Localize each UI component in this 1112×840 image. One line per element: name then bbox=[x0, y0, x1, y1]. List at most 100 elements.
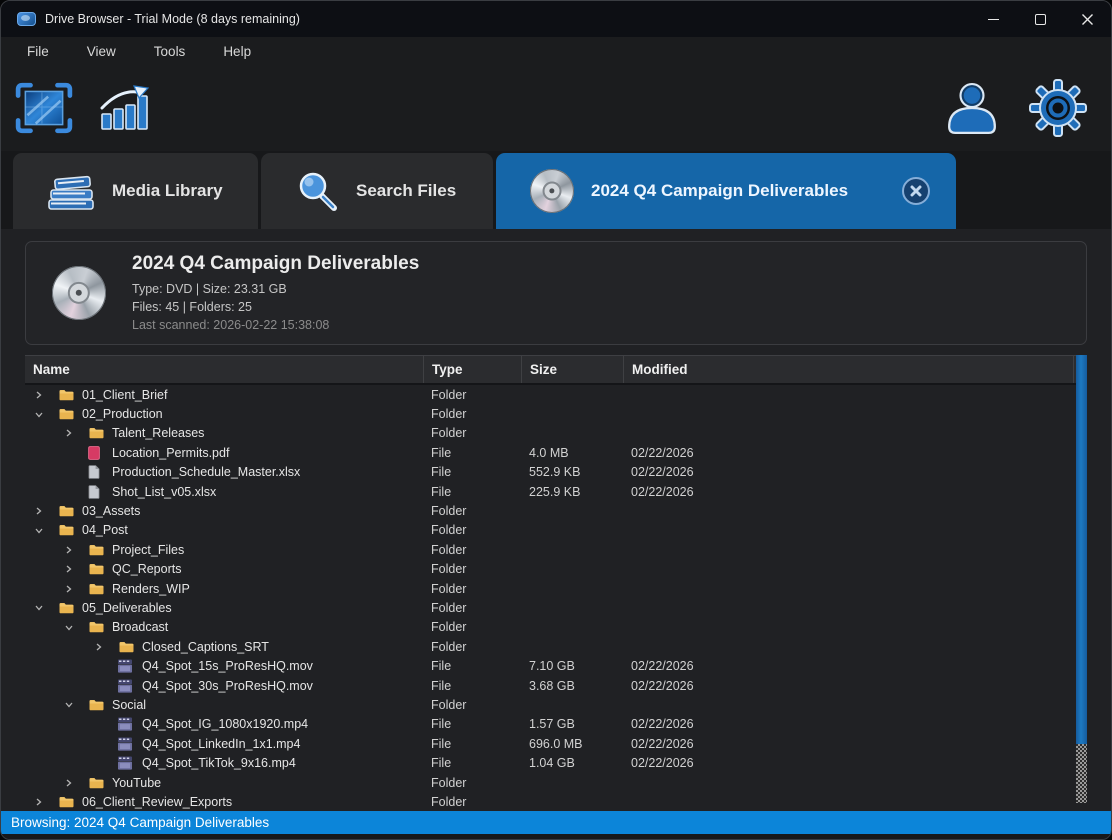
column-header-size[interactable]: Size bbox=[521, 356, 623, 383]
table-row[interactable]: Closed_Captions_SRTFolder bbox=[25, 637, 1087, 656]
disc-last-scanned: Last scanned: 2026-02-22 15:38:08 bbox=[132, 316, 419, 334]
name-cell: Project_Files bbox=[25, 543, 423, 557]
table-row[interactable]: Project_Files Folder bbox=[25, 540, 1087, 559]
table-row[interactable]: Location_Permits.pdfFile4.0 MB02/22/2026 bbox=[25, 443, 1087, 462]
column-header-modified[interactable]: Modified bbox=[623, 356, 1074, 383]
chevron-down-icon[interactable] bbox=[64, 623, 88, 632]
folder-icon bbox=[118, 640, 137, 654]
chevron-right-icon[interactable] bbox=[64, 778, 88, 788]
menu-tools[interactable]: Tools bbox=[154, 44, 186, 59]
column-header-type[interactable]: Type bbox=[423, 356, 521, 383]
close-button[interactable] bbox=[1064, 1, 1111, 37]
chevron-right-icon[interactable] bbox=[94, 642, 118, 652]
table-row[interactable]: YouTubeFolder bbox=[25, 773, 1087, 792]
table-row[interactable]: 04_PostFolder bbox=[25, 521, 1087, 540]
chevron-down-icon[interactable] bbox=[34, 410, 58, 419]
table-row[interactable]: 05_DeliverablesFolder bbox=[25, 598, 1087, 617]
type-cell: Folder bbox=[423, 543, 521, 557]
type-cell: File bbox=[423, 485, 521, 499]
table-row[interactable]: QC_ReportsFolder bbox=[25, 560, 1087, 579]
folder-icon bbox=[58, 504, 77, 518]
type-cell: Folder bbox=[423, 620, 521, 634]
disc-icon bbox=[530, 169, 574, 213]
minimize-button[interactable] bbox=[970, 1, 1017, 37]
folder-icon bbox=[88, 620, 107, 634]
name-cell: Q4_Spot_15s_ProResHQ.mov bbox=[25, 659, 423, 673]
menu-help[interactable]: Help bbox=[223, 44, 251, 59]
scrollbar-thumb[interactable] bbox=[1076, 355, 1087, 744]
file-name: 03_Assets bbox=[82, 504, 140, 518]
folder-icon bbox=[58, 407, 77, 421]
disc-type-size: Type: DVD | Size: 23.31 GB bbox=[132, 280, 419, 298]
table-row[interactable]: 01_Client_BriefFolder bbox=[25, 385, 1087, 404]
file-name: Broadcast bbox=[112, 620, 168, 634]
table-row[interactable]: Q4_Spot_30s_ProResHQ.movFile3.68 GB02/22… bbox=[25, 676, 1087, 695]
tab-close-button[interactable] bbox=[902, 177, 930, 205]
chevron-right-icon[interactable] bbox=[64, 564, 88, 574]
chevron-right-icon[interactable] bbox=[64, 545, 88, 555]
file-name: Project_Files bbox=[112, 543, 184, 557]
name-cell: Q4_Spot_IG_1080x1920.mp4 bbox=[25, 717, 423, 731]
name-cell: Closed_Captions_SRT bbox=[25, 640, 423, 654]
table-row[interactable]: Q4_Spot_LinkedIn_1x1.mp4File696.0 MB02/2… bbox=[25, 734, 1087, 753]
name-cell: 03_Assets bbox=[25, 504, 423, 518]
table-row[interactable]: Production_Schedule_Master.xlsxFile552.9… bbox=[25, 463, 1087, 482]
chevron-right-icon[interactable] bbox=[34, 506, 58, 516]
scrollbar-track[interactable] bbox=[1076, 744, 1087, 803]
name-cell: Q4_Spot_TikTok_9x16.mp4 bbox=[25, 756, 423, 770]
chevron-right-icon[interactable] bbox=[64, 584, 88, 594]
tab-search-files[interactable]: Search Files bbox=[261, 153, 493, 229]
name-cell: Social bbox=[25, 698, 423, 712]
table-row[interactable]: Renders_WIPFolder bbox=[25, 579, 1087, 598]
window-bottom-edge bbox=[1, 834, 1111, 839]
name-cell: Production_Schedule_Master.xlsx bbox=[25, 465, 423, 479]
table-row[interactable]: Shot_List_v05.xlsxFile225.9 KB02/22/2026 bbox=[25, 482, 1087, 501]
type-cell: Folder bbox=[423, 523, 521, 537]
menu-view[interactable]: View bbox=[87, 44, 116, 59]
disc-files-folders: Files: 45 | Folders: 25 bbox=[132, 298, 419, 316]
chevron-down-icon[interactable] bbox=[34, 603, 58, 612]
maximize-button[interactable] bbox=[1017, 1, 1064, 37]
file-name: Closed_Captions_SRT bbox=[142, 640, 269, 654]
table-row[interactable]: 02_ProductionFolder bbox=[25, 404, 1087, 423]
table-row[interactable]: Q4_Spot_TikTok_9x16.mp4File1.04 GB02/22/… bbox=[25, 753, 1087, 772]
type-cell: File bbox=[423, 659, 521, 673]
statistics-icon[interactable] bbox=[99, 84, 153, 132]
table-row[interactable]: 03_Assets Folder bbox=[25, 501, 1087, 520]
chevron-down-icon[interactable] bbox=[34, 526, 58, 535]
chevron-down-icon[interactable] bbox=[64, 700, 88, 709]
file-name: 02_Production bbox=[82, 407, 163, 421]
tab-campaign-deliverables[interactable]: 2024 Q4 Campaign Deliverables bbox=[496, 153, 956, 229]
toolbar-left bbox=[15, 82, 153, 134]
window-title: Drive Browser - Trial Mode (8 days remai… bbox=[45, 12, 300, 26]
type-cell: Folder bbox=[423, 582, 521, 596]
table-row[interactable]: Broadcast Folder bbox=[25, 618, 1087, 637]
content-area: 2024 Q4 Campaign Deliverables Type: DVD … bbox=[1, 229, 1111, 811]
column-header-name[interactable]: Name bbox=[25, 356, 423, 383]
table-row[interactable]: Q4_Spot_IG_1080x1920.mp4File1.57 GB02/22… bbox=[25, 715, 1087, 734]
video-icon bbox=[118, 737, 137, 751]
vertical-scrollbar[interactable] bbox=[1076, 355, 1087, 810]
type-cell: File bbox=[423, 465, 521, 479]
table-row[interactable]: Talent_ReleasesFolder bbox=[25, 424, 1087, 443]
tab-label: Search Files bbox=[356, 181, 456, 201]
chevron-right-icon[interactable] bbox=[64, 428, 88, 438]
table-row[interactable]: SocialFolder bbox=[25, 695, 1087, 714]
table-row[interactable]: 06_Client_Review_ExportsFolder bbox=[25, 792, 1087, 810]
chevron-right-icon[interactable] bbox=[34, 390, 58, 400]
name-cell: Q4_Spot_LinkedIn_1x1.mp4 bbox=[25, 737, 423, 751]
tree-body: 01_Client_BriefFolder02_ProductionFolder… bbox=[25, 385, 1087, 810]
modified-cell: 02/22/2026 bbox=[623, 756, 1087, 770]
menu-file[interactable]: File bbox=[27, 44, 49, 59]
toolbar-right bbox=[943, 79, 1089, 137]
name-cell: Location_Permits.pdf bbox=[25, 446, 423, 460]
screen-capture-icon[interactable] bbox=[15, 82, 73, 134]
video-icon bbox=[118, 756, 137, 770]
user-profile-icon[interactable] bbox=[943, 80, 1001, 136]
type-cell: Folder bbox=[423, 504, 521, 518]
tab-label: Media Library bbox=[112, 181, 223, 201]
settings-gear-icon[interactable] bbox=[1027, 79, 1089, 137]
chevron-right-icon[interactable] bbox=[34, 797, 58, 807]
table-row[interactable]: Q4_Spot_15s_ProResHQ.movFile7.10 GB02/22… bbox=[25, 656, 1087, 675]
tab-media-library[interactable]: Media Library bbox=[13, 153, 258, 229]
